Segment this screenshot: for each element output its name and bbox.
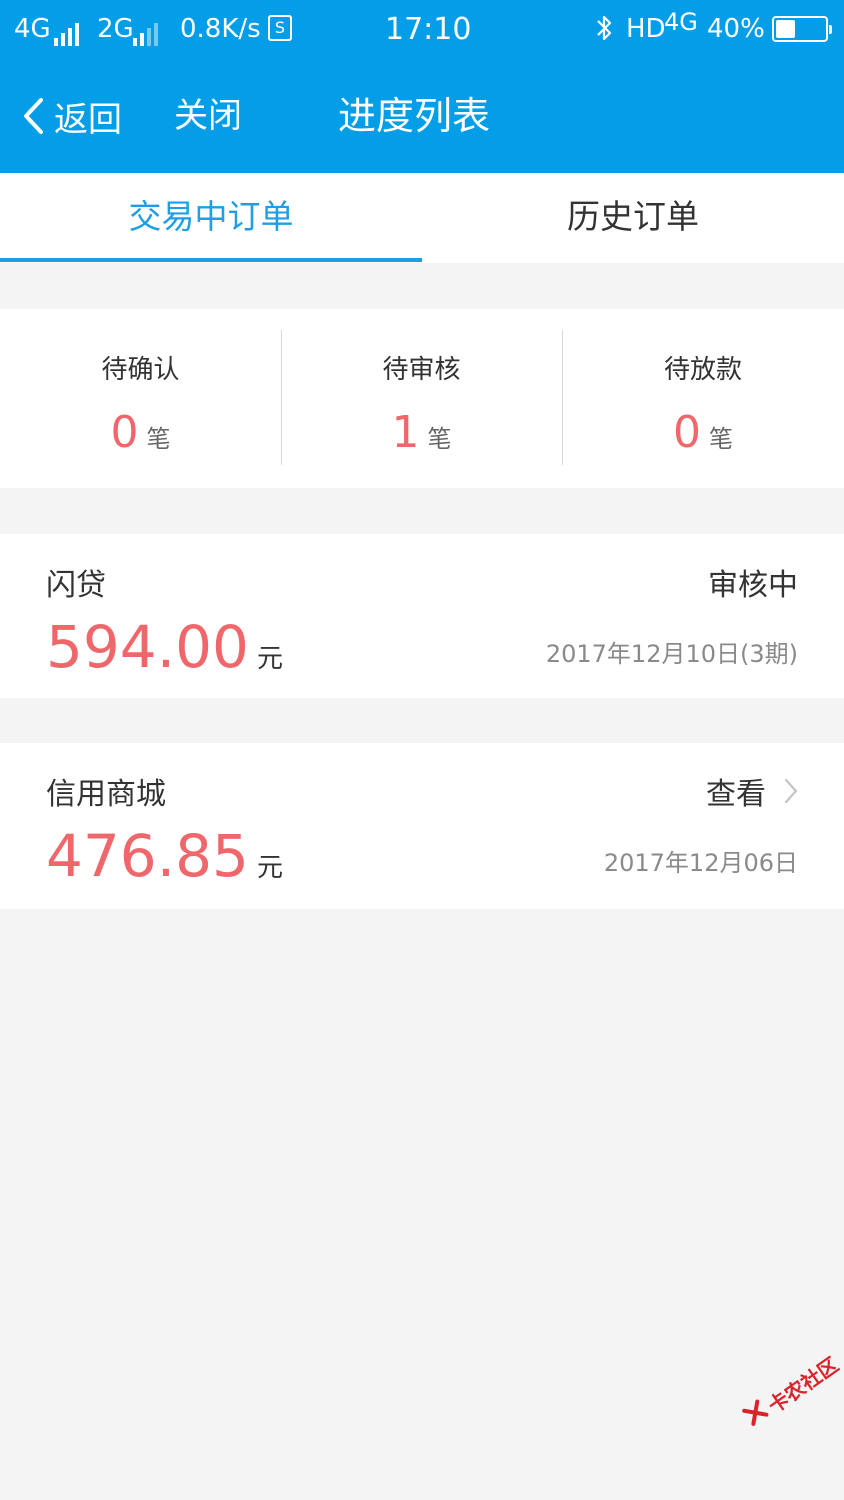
view-button[interactable]: 查看 — [706, 769, 798, 813]
stat-pending-confirm[interactable]: 待确认 0笔 — [0, 309, 281, 488]
signal-strength-icon — [54, 16, 82, 46]
order-amount-unit: 元 — [256, 644, 283, 674]
order-amount-value: 594.00 — [46, 613, 249, 681]
stat-unit: 笔 — [709, 425, 733, 453]
stat-count: 0 — [110, 407, 139, 458]
stat-pending-disbursement[interactable]: 待放款 0笔 — [562, 309, 844, 488]
back-button[interactable]: 返回 — [22, 94, 122, 140]
order-date: 2017年12月06日 — [603, 849, 798, 877]
stat-count: 0 — [673, 407, 701, 458]
signal-weak-icon — [133, 16, 161, 46]
order-amount: 594.00 元 — [46, 612, 283, 694]
battery-icon — [772, 16, 832, 42]
active-tab-indicator — [0, 258, 422, 262]
stat-unit: 笔 — [427, 425, 452, 453]
network-type-2: 2G — [97, 14, 134, 44]
watermark: 卡农社区 — [740, 1347, 844, 1451]
stat-pending-review[interactable]: 待审核 1笔 — [281, 309, 562, 488]
order-amount-unit: 元 — [256, 853, 283, 883]
status-bar: 4G 2G 0.8K/s S 17:10 HD 4G 40% — [0, 0, 844, 58]
bluetooth-icon — [596, 14, 614, 49]
network-type-1: 4G — [14, 14, 51, 44]
chevron-right-icon — [784, 778, 798, 804]
order-amount-value: 476.85 — [46, 822, 249, 890]
close-button[interactable]: 关闭 — [174, 94, 242, 138]
battery-percent: 40% — [707, 14, 765, 44]
order-status: 审核中 — [708, 568, 798, 603]
view-label: 查看 — [706, 777, 766, 812]
order-product-name: 闪贷 — [46, 568, 106, 603]
clock: 17:10 — [385, 12, 472, 47]
back-label: 返回 — [54, 99, 122, 140]
stat-label: 待放款 — [663, 355, 742, 385]
network-type-3: 4G — [664, 8, 698, 36]
stat-unit: 笔 — [146, 425, 171, 453]
notification-s-icon: S — [262, 12, 292, 42]
order-product-name: 信用商城 — [46, 777, 166, 812]
order-stats-panel: 待确认 0笔 待审核 1笔 待放款 0笔 — [0, 309, 844, 488]
order-card-credit-mall[interactable]: 信用商城 查看 476.85 元 2017年12月06日 — [0, 743, 844, 909]
order-card-flash-loan[interactable]: 闪贷 审核中 594.00 元 2017年12月10日(3期) — [0, 534, 844, 698]
order-date: 2017年12月10日(3期) — [545, 640, 798, 668]
order-tabs: 交易中订单 历史订单 — [0, 173, 844, 263]
network-speed: 0.8K/s — [180, 14, 261, 44]
stat-label: 待审核 — [382, 355, 461, 385]
nav-bar: 返回 关闭 进度列表 — [0, 58, 844, 173]
tab-history-orders[interactable]: 历史订单 — [422, 173, 844, 263]
app-header: 4G 2G 0.8K/s S 17:10 HD 4G 40% 返回 关闭 进度列… — [0, 0, 844, 173]
page-title: 进度列表 — [338, 94, 491, 138]
tab-active-orders[interactable]: 交易中订单 — [0, 173, 422, 263]
order-amount: 476.85 元 — [46, 821, 283, 903]
stat-label: 待确认 — [101, 355, 180, 385]
chevron-left-icon — [24, 98, 43, 134]
hd-indicator: HD — [626, 14, 666, 44]
watermark-text: 卡农社区 — [763, 1352, 843, 1419]
stat-count: 1 — [391, 407, 420, 458]
